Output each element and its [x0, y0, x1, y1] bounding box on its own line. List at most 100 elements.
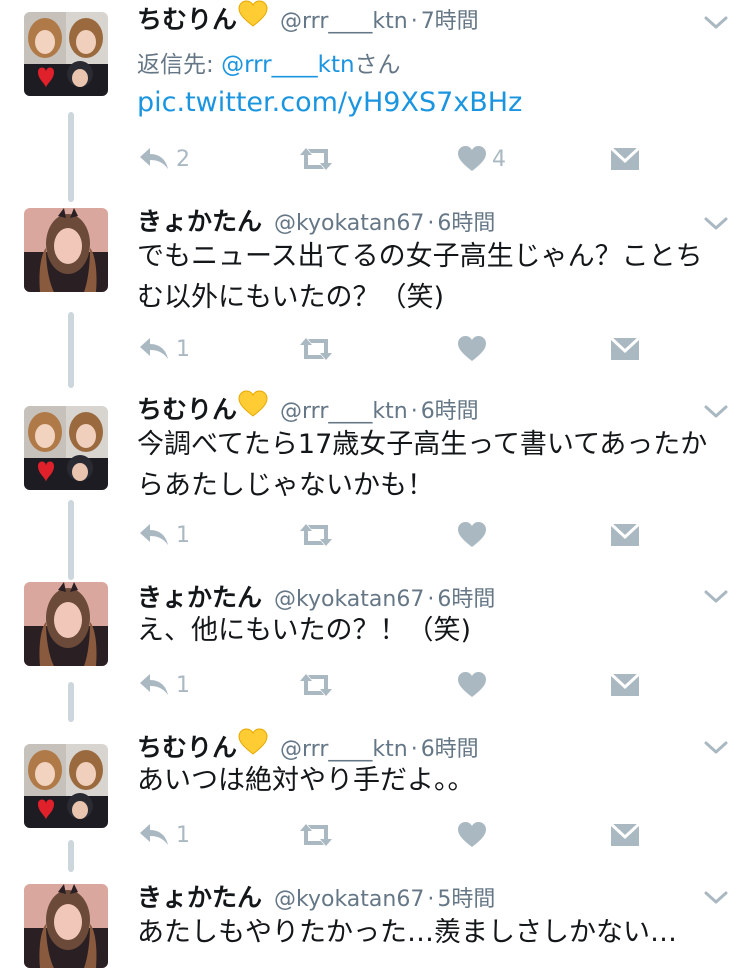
reply-count: 2	[176, 146, 190, 172]
heart-icon	[457, 145, 487, 173]
reply-count: 1	[176, 672, 190, 698]
like-button[interactable]	[457, 668, 492, 702]
envelope-icon	[610, 521, 640, 549]
action-bar: 1	[137, 668, 647, 702]
direct-message-button[interactable]	[610, 142, 640, 176]
timestamp[interactable]: 6時間	[437, 205, 495, 237]
reply-button[interactable]: 1	[137, 332, 190, 366]
retweet-icon	[297, 521, 335, 549]
reply-button[interactable]: 1	[137, 668, 190, 702]
reply-to-prefix: 返信先:	[137, 52, 222, 78]
tweet-header: ちむりん @rrr____ktn · 7時間	[137, 0, 479, 40]
avatar[interactable]	[24, 582, 108, 666]
display-name[interactable]: きょかたん	[137, 202, 262, 238]
user-handle[interactable]: @kyokatan67	[274, 887, 424, 912]
timestamp[interactable]: 7時間	[421, 3, 479, 35]
user-handle[interactable]: @kyokatan67	[274, 211, 424, 236]
chevron-down-icon[interactable]	[702, 739, 730, 757]
heart-icon	[457, 821, 487, 849]
reply-icon	[137, 145, 171, 173]
timestamp[interactable]: 6時間	[421, 731, 479, 763]
reply-icon	[137, 521, 171, 549]
action-bar: 1	[137, 518, 647, 552]
chevron-down-icon[interactable]	[702, 889, 730, 907]
tweet-text: え、他にもいたの？！（笑)	[137, 615, 471, 646]
retweet-button[interactable]	[297, 818, 340, 852]
yellow-heart-icon	[238, 0, 268, 28]
action-bar: 1	[137, 818, 647, 852]
like-button[interactable]	[457, 518, 492, 552]
action-bar: 1	[137, 332, 647, 366]
thread-line	[68, 500, 74, 580]
display-name[interactable]: ちむりん	[137, 0, 237, 36]
retweet-button[interactable]	[297, 142, 340, 176]
reply-to-handle[interactable]: @rrr____ktn	[221, 52, 354, 78]
thread-line	[68, 112, 74, 202]
reply-button[interactable]: 1	[137, 518, 190, 552]
avatar[interactable]	[24, 744, 108, 828]
direct-message-button[interactable]	[610, 818, 640, 852]
user-handle[interactable]: @rrr____ktn	[280, 399, 408, 424]
action-bar: 2 4	[137, 142, 647, 176]
direct-message-button[interactable]	[610, 668, 640, 702]
direct-message-button[interactable]	[610, 332, 640, 366]
retweet-icon	[297, 821, 335, 849]
avatar[interactable]	[24, 406, 108, 490]
thread-line	[68, 840, 74, 872]
reply-count: 1	[176, 336, 190, 362]
envelope-icon	[610, 145, 640, 173]
timestamp[interactable]: 5時間	[437, 881, 495, 913]
reply-to-suffix: さん	[354, 52, 401, 78]
avatar[interactable]	[24, 208, 108, 292]
like-button[interactable]: 4	[457, 142, 506, 176]
display-name[interactable]: ちむりん	[137, 728, 237, 764]
chevron-down-icon[interactable]	[702, 215, 730, 233]
retweet-icon	[297, 671, 335, 699]
chevron-down-icon[interactable]	[702, 14, 730, 32]
yellow-heart-icon	[238, 390, 268, 418]
like-button[interactable]	[457, 818, 492, 852]
separator: ·	[410, 9, 418, 34]
tweet-text: 今調べてたら17歳女子高生って書いてあったからあたしじゃないかも！	[137, 429, 708, 501]
avatar[interactable]	[24, 12, 108, 96]
heart-icon	[457, 521, 487, 549]
display-name[interactable]: ちむりん	[137, 390, 237, 426]
retweet-button[interactable]	[297, 668, 340, 702]
envelope-icon	[610, 335, 640, 363]
chevron-down-icon[interactable]	[702, 588, 730, 606]
retweet-button[interactable]	[297, 518, 340, 552]
separator: ·	[427, 211, 435, 236]
timestamp[interactable]: 6時間	[437, 581, 495, 613]
retweet-button[interactable]	[297, 332, 340, 366]
user-handle[interactable]: @kyokatan67	[274, 587, 424, 612]
thread-line	[68, 312, 74, 388]
envelope-icon	[610, 821, 640, 849]
timestamp[interactable]: 6時間	[421, 393, 479, 425]
reply-to-line: 返信先: @rrr____ktnさん	[137, 45, 401, 79]
reply-count: 1	[176, 522, 190, 548]
reply-icon	[137, 671, 171, 699]
reply-icon	[137, 821, 171, 849]
yellow-heart-icon	[238, 728, 268, 756]
reply-button[interactable]: 1	[137, 818, 190, 852]
avatar[interactable]	[24, 884, 108, 968]
tweet-text: あいつは絶対やり手だよ。。	[137, 765, 475, 796]
tweet-text: でもニュース出てるの女子高生じゃん？ことちむ以外にもいたの？（笑)	[137, 241, 703, 313]
display-name[interactable]: きょかたん	[137, 878, 262, 914]
like-count: 4	[492, 146, 506, 172]
separator: ·	[410, 737, 418, 762]
chevron-down-icon[interactable]	[702, 403, 730, 421]
user-handle[interactable]: @rrr____ktn	[280, 9, 408, 34]
user-handle[interactable]: @rrr____ktn	[280, 737, 408, 762]
thread-line	[68, 682, 74, 722]
media-link[interactable]: pic.twitter.com/yH9XS7xBHz	[137, 87, 522, 118]
reply-button[interactable]: 2	[137, 142, 190, 176]
retweet-icon	[297, 145, 335, 173]
direct-message-button[interactable]	[610, 518, 640, 552]
tweet-text: あたしもやりたかった…羨ましさしかない…	[137, 917, 677, 948]
like-button[interactable]	[457, 332, 492, 366]
reply-icon	[137, 335, 171, 363]
heart-icon	[457, 671, 487, 699]
envelope-icon	[610, 671, 640, 699]
display-name[interactable]: きょかたん	[137, 578, 262, 614]
